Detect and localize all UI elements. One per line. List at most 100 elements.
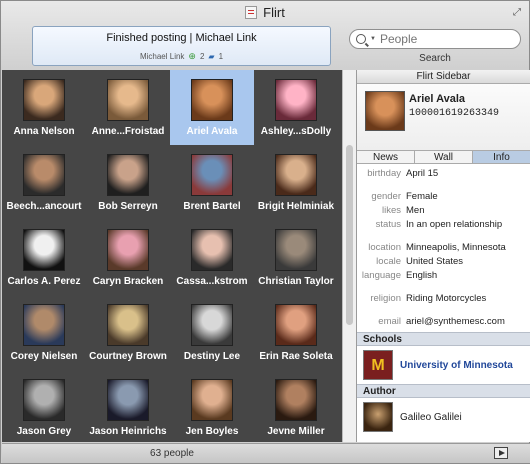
person-photo[interactable] [23, 154, 65, 196]
info-row: location Minneapolis, Minnesota [357, 241, 530, 255]
tab-wall[interactable]: Wall [415, 151, 473, 163]
info-row: status In an open relationship [357, 218, 530, 232]
slideshow-button[interactable] [494, 447, 508, 459]
info-row: religion Riding Motorcycles [357, 292, 530, 306]
person-name[interactable]: Anne...Froistad [86, 126, 170, 137]
person-photo[interactable] [275, 154, 317, 196]
person-name[interactable]: Destiny Lee [170, 351, 254, 362]
author-photo [363, 402, 393, 432]
person-name[interactable]: Caryn Bracken [86, 276, 170, 287]
info-row: gender Female [357, 190, 530, 204]
search-icon [356, 34, 366, 44]
person-cell[interactable]: Caryn Bracken [86, 220, 170, 295]
person-cell[interactable]: Carlos A. Perez [2, 220, 86, 295]
person-cell[interactable]: Jason Grey [2, 370, 86, 442]
person-photo[interactable] [23, 229, 65, 271]
person-name[interactable]: Courtney Brown [86, 351, 170, 362]
person-cell[interactable]: Cassa...kstrom [170, 220, 254, 295]
grid-scrollbar[interactable] [342, 70, 356, 442]
person-cell[interactable]: Anna Nelson [2, 70, 86, 145]
person-photo[interactable] [107, 229, 149, 271]
person-photo[interactable] [107, 304, 149, 346]
person-cell[interactable]: Jason Heinrichs [86, 370, 170, 442]
person-name[interactable]: Corey Nielsen [2, 351, 86, 362]
person-photo[interactable] [107, 79, 149, 121]
person-name[interactable]: Christian Taylor [254, 276, 338, 287]
person-name[interactable]: Cassa...kstrom [170, 276, 254, 287]
tab-info[interactable]: Info [473, 151, 530, 163]
person-name[interactable]: Bob Serreyn [86, 201, 170, 212]
person-cell[interactable]: Ashley...sDolly [254, 70, 338, 145]
person-cell[interactable]: Bob Serreyn [86, 145, 170, 220]
status-meta: Michael Link ⊕ 2 ▰ 1 [33, 51, 330, 62]
person-photo[interactable] [107, 154, 149, 196]
person-name[interactable]: Carlos A. Perez [2, 276, 86, 287]
profile-id: 100001619263349 [409, 108, 500, 119]
person-cell[interactable]: Anne...Froistad [86, 70, 170, 145]
search-field[interactable]: ▼ [349, 29, 521, 49]
info-key: status [375, 219, 401, 230]
person-cell[interactable]: Christian Taylor [254, 220, 338, 295]
scrollbar-thumb[interactable] [346, 145, 353, 325]
people-count: 63 people [150, 448, 194, 459]
people-grid: Anna Nelson Anne...Froistad Ariel Avala Ash… [2, 70, 342, 442]
status-message: Finished posting | Michael Link [106, 32, 257, 44]
person-cell[interactable]: Courtney Brown [86, 295, 170, 370]
status-panel: Finished posting | Michael Link Michael … [32, 26, 331, 66]
document-icon [245, 5, 258, 19]
bottom-bar: 63 people [2, 443, 530, 463]
person-name[interactable]: Erin Rae Soleta [254, 351, 338, 362]
person-name[interactable]: Beech...ancourt [2, 201, 86, 212]
person-photo[interactable] [275, 379, 317, 421]
profile-name: Ariel Avala [409, 93, 466, 105]
info-list: birthday April 15 gender Female likes Men stat… [357, 164, 530, 332]
author-item[interactable]: Galileo Galilei [357, 398, 530, 436]
person-photo[interactable] [23, 379, 65, 421]
info-key: language [361, 270, 401, 281]
person-photo[interactable] [191, 229, 233, 271]
person-name[interactable]: Brigit Helminiak [254, 201, 338, 212]
person-photo[interactable] [275, 304, 317, 346]
info-key: locale [376, 256, 401, 267]
person-photo[interactable] [191, 304, 233, 346]
person-cell[interactable]: Ariel Avala [170, 70, 254, 145]
person-name[interactable]: Ashley...sDolly [254, 126, 338, 137]
tab-news[interactable]: News [357, 151, 415, 163]
person-cell[interactable]: Brent Bartel [170, 145, 254, 220]
person-photo[interactable] [23, 304, 65, 346]
person-name[interactable]: Jason Heinrichs [86, 426, 170, 437]
person-cell[interactable]: Beech...ancourt [2, 145, 86, 220]
person-photo[interactable] [275, 229, 317, 271]
person-cell[interactable]: Corey Nielsen [2, 295, 86, 370]
profile-photo[interactable] [365, 91, 405, 131]
person-name[interactable]: Brent Bartel [170, 201, 254, 212]
author-header: Author [357, 384, 530, 398]
person-photo[interactable] [191, 154, 233, 196]
person-name[interactable]: Jevne Miller [254, 426, 338, 437]
person-name[interactable]: Anna Nelson [2, 126, 86, 137]
person-photo[interactable] [275, 79, 317, 121]
person-cell[interactable]: Destiny Lee [170, 295, 254, 370]
status-author: Michael Link [139, 52, 185, 61]
school-link[interactable]: University of Minnesota [400, 360, 513, 371]
info-row: likes Men [357, 204, 530, 218]
person-name[interactable]: Ariel Avala [170, 126, 254, 137]
school-logo: M [363, 350, 393, 380]
search-input[interactable] [379, 32, 510, 46]
person-cell[interactable]: Erin Rae Soleta [254, 295, 338, 370]
person-name[interactable]: Jen Boyles [170, 426, 254, 437]
person-cell[interactable]: Brigit Helminiak [254, 145, 338, 220]
person-cell[interactable]: Jevne Miller [254, 370, 338, 442]
person-photo[interactable] [191, 379, 233, 421]
person-name[interactable]: Jason Grey [2, 426, 86, 437]
person-photo[interactable] [107, 379, 149, 421]
school-item[interactable]: M University of Minnesota [357, 346, 530, 384]
fullscreen-icon[interactable]: ⤢ [513, 7, 521, 18]
person-photo[interactable] [23, 79, 65, 121]
chevron-down-icon[interactable]: ▼ [370, 36, 376, 42]
person-photo[interactable] [191, 79, 233, 121]
person-cell[interactable]: Jen Boyles [170, 370, 254, 442]
